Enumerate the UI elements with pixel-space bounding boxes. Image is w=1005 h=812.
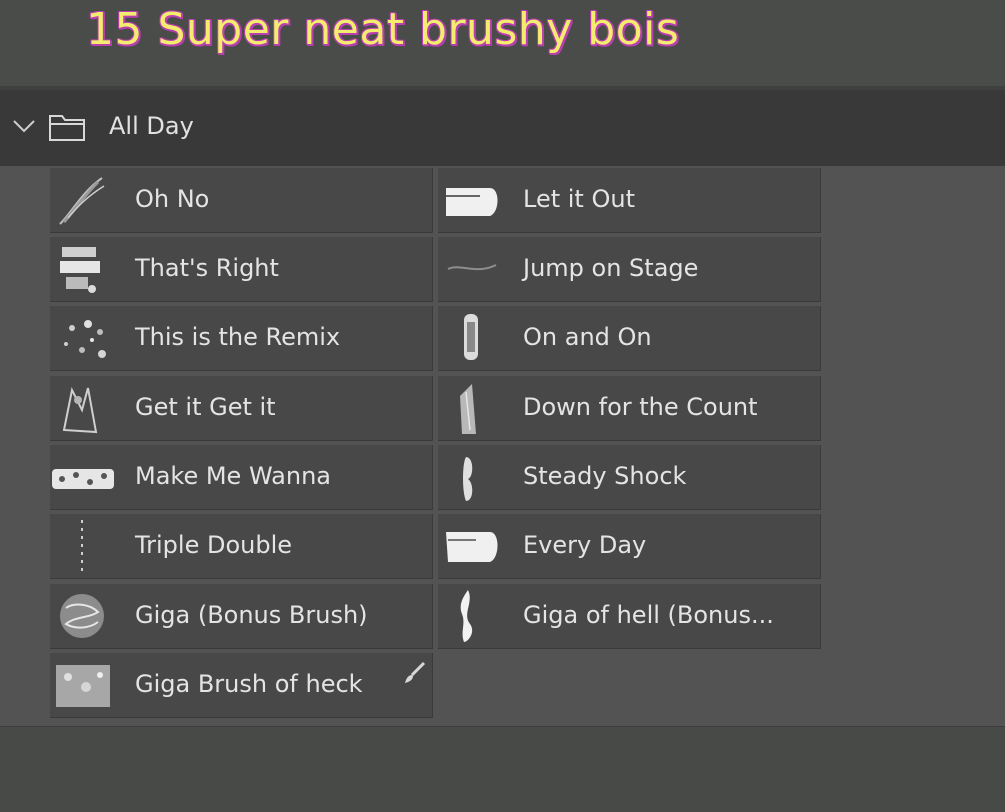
panel-footer [0, 726, 1005, 812]
brush-tile[interactable]: Triple Double [50, 514, 433, 579]
brush-label: This is the Remix [135, 323, 341, 351]
brush-tile[interactable]: This is the Remix [50, 306, 433, 371]
banner-title: 15 Super neat brushy bois [86, 4, 680, 55]
brush-stroke-thumbnail [460, 590, 473, 642]
paintbrush-icon [405, 661, 426, 683]
brush-label: That's Right [135, 254, 279, 282]
brush-label: Down for the Count [523, 393, 758, 421]
brush-stroke-thumbnail [64, 320, 106, 358]
brush-label: Every Day [523, 531, 647, 559]
brush-tile[interactable]: Jump on Stage [438, 237, 821, 302]
brush-label: Get it Get it [135, 393, 276, 421]
brush-stroke-thumbnail [52, 469, 114, 489]
brush-tile[interactable]: Get it Get it [50, 376, 433, 441]
group-label: All Day [109, 112, 194, 140]
brush-tile[interactable]: Every Day [438, 514, 821, 579]
brush-stroke-thumbnail [62, 386, 98, 434]
brush-stroke-thumbnail [56, 665, 110, 707]
brush-label: Giga (Bonus Brush) [135, 601, 368, 629]
brush-label: Giga of hell (Bonus... [523, 601, 774, 629]
brush-stroke-thumbnail [60, 594, 104, 638]
chevron-down-icon[interactable] [12, 118, 36, 134]
brush-label: Steady Shock [523, 462, 687, 490]
brush-group-header[interactable]: All Day [0, 90, 1005, 166]
brush-tile[interactable]: On and On [438, 306, 821, 371]
brush-tile[interactable]: Giga (Bonus Brush) [50, 584, 433, 649]
brush-stroke-thumbnail [447, 264, 497, 271]
brush-label: Triple Double [135, 531, 293, 559]
brush-stroke-thumbnail [460, 384, 476, 434]
brush-stroke-thumbnail [464, 314, 478, 360]
brush-stroke-thumbnail [463, 457, 473, 501]
brush-label: Make Me Wanna [135, 462, 331, 490]
brush-label: Let it Out [523, 185, 635, 213]
brush-label: Giga Brush of heck [135, 670, 363, 698]
brush-tile[interactable]: Oh No [50, 168, 433, 233]
brush-stroke-thumbnail [81, 520, 83, 572]
brush-label: On and On [523, 323, 652, 351]
brush-tile[interactable]: Make Me Wanna [50, 445, 433, 510]
brush-tile[interactable]: Giga Brush of heck [50, 653, 433, 718]
folder-icon [49, 115, 85, 141]
brush-tile[interactable]: Down for the Count [438, 376, 821, 441]
banner: 15 Super neat brushy bois [0, 0, 1005, 86]
brush-stroke-thumbnail [446, 532, 498, 562]
brush-tile[interactable]: Steady Shock [438, 445, 821, 510]
brush-tile[interactable]: Giga of hell (Bonus... [438, 584, 821, 649]
brush-tile[interactable]: Let it Out [438, 168, 821, 233]
brush-label: Jump on Stage [523, 254, 699, 282]
brush-stroke-thumbnail [60, 247, 100, 293]
brush-stroke-thumbnail [59, 177, 105, 225]
brush-stroke-thumbnail [446, 188, 498, 216]
brush-label: Oh No [135, 185, 210, 213]
brush-tile[interactable]: That's Right [50, 237, 433, 302]
